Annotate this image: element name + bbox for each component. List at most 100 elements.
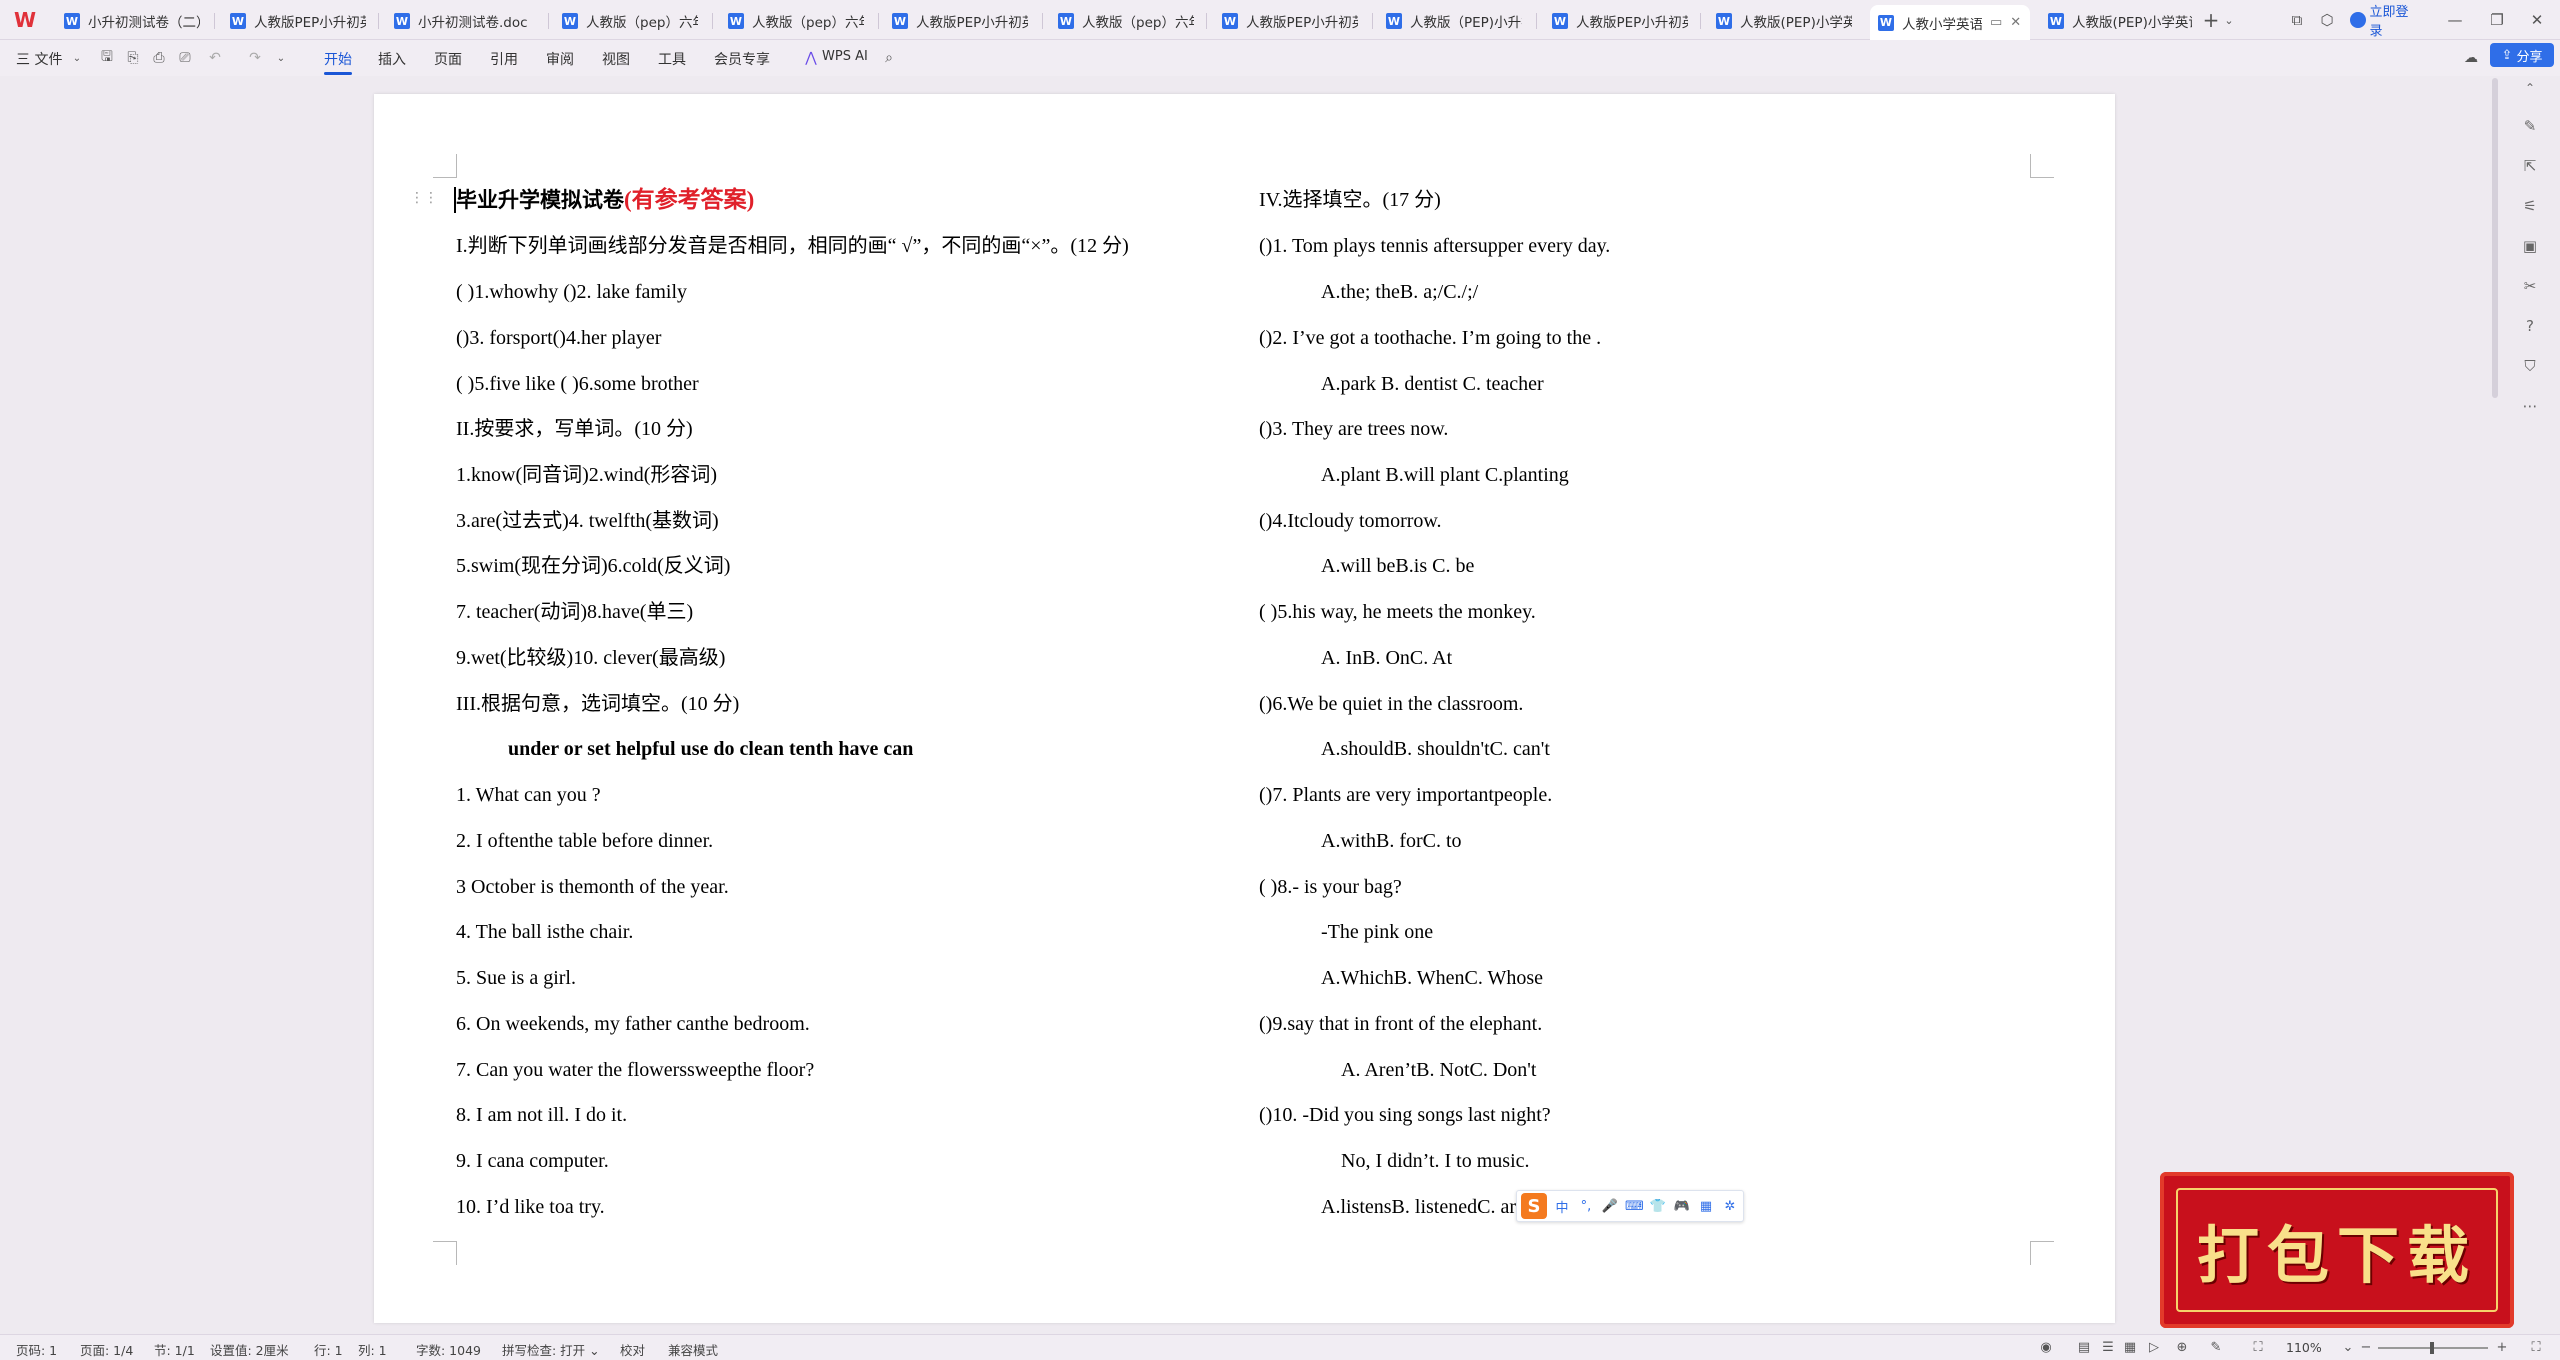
fit-page-icon[interactable]: ⛶ <box>2250 1339 2266 1355</box>
close-tab-icon[interactable]: ✕ <box>2010 15 2021 30</box>
status-column[interactable]: 列: 1 <box>358 1340 387 1359</box>
status-row[interactable]: 行: 1 <box>314 1340 343 1359</box>
doc-tab[interactable]: W人教版（pep）六年级 <box>1050 5 1202 37</box>
ime-skin-icon[interactable]: 👕 <box>1649 1199 1667 1214</box>
ime-toolbar[interactable]: S 中 °, 🎤 ⌨ 👕 🎮 ▦ ✲ <box>1516 1190 1744 1222</box>
menu-tab-page[interactable]: 页面 <box>434 49 462 69</box>
chevron-down-icon[interactable]: ⌄ <box>68 49 86 67</box>
doc-tab[interactable]: W人教版（pep）六年级 <box>720 5 872 37</box>
doc-tab[interactable]: W人教版（PEP)小升初- <box>1378 5 1530 37</box>
undo-icon[interactable]: ↶ <box>206 49 224 67</box>
minimize-icon[interactable]: — <box>2440 8 2470 32</box>
export-icon[interactable]: ⎘ <box>124 49 142 67</box>
page-view-icon[interactable]: ▤ <box>2076 1339 2092 1355</box>
ime-toolbox-icon[interactable]: ▦ <box>1697 1199 1715 1214</box>
select-cursor-icon[interactable]: ⇱ <box>2520 156 2540 176</box>
doc-tab[interactable]: W小升初测试卷（二）.d <box>56 5 208 37</box>
menu-tab-insert[interactable]: 插入 <box>378 49 406 69</box>
more-dots-icon[interactable]: ⋯ <box>2520 396 2540 416</box>
redo-icon[interactable]: ↷ <box>246 49 264 67</box>
doc-tab[interactable]: W人教版PEP小升初英语 <box>1214 5 1366 37</box>
menu-tab-member[interactable]: 会员专享 <box>714 49 770 69</box>
paragraph-drag-handle-icon[interactable]: ⋮⋮ <box>410 190 438 206</box>
zoom-slider-handle[interactable] <box>2430 1342 2434 1354</box>
write-view-icon[interactable]: ✎ <box>2208 1339 2224 1355</box>
menu-tab-tools[interactable]: 工具 <box>658 49 686 69</box>
share-button[interactable]: ⇪ 分享 <box>2490 43 2554 67</box>
print-icon[interactable]: ⎙ <box>150 49 168 67</box>
vertical-scrollbar[interactable] <box>2492 78 2498 398</box>
menu-tab-review[interactable]: 审阅 <box>546 49 574 69</box>
status-setting-value[interactable]: 设置值: 2厘米 <box>210 1340 289 1359</box>
ime-microphone-icon[interactable]: 🎤 <box>1601 1199 1619 1214</box>
more-chevron-icon[interactable]: ⌄ <box>272 49 290 67</box>
close-window-icon[interactable]: ✕ <box>2522 8 2552 32</box>
menu-tab-references[interactable]: 引用 <box>490 49 518 69</box>
menu-tab-home[interactable]: 开始 <box>324 49 352 69</box>
print-preview-icon[interactable]: ⎚ <box>176 49 194 67</box>
status-section[interactable]: 节: 1/1 <box>154 1340 195 1359</box>
outline-view-icon[interactable]: ☰ <box>2100 1339 2116 1355</box>
image-edit-icon[interactable]: ▣ <box>2520 236 2540 256</box>
file-menu[interactable]: 三 文件 <box>16 49 62 69</box>
restore-icon[interactable]: ❐ <box>2482 8 2512 32</box>
pen-edit-icon[interactable]: ✎ <box>2520 116 2540 136</box>
answer-options: A.will beB.is C. be <box>1321 555 1475 577</box>
status-spell-check[interactable]: 拼写检查: 打开 ⌄ <box>502 1340 600 1359</box>
login-button[interactable]: 立即登录 <box>2350 5 2420 39</box>
monitor-icon[interactable]: ▭ <box>1990 15 2002 30</box>
doc-tab[interactable]: W人教版PEP小升初英语 <box>1544 5 1696 37</box>
adjust-icon[interactable]: ⚟ <box>2520 196 2540 216</box>
zoom-in-icon[interactable]: + <box>2494 1339 2510 1355</box>
doc-tab-active[interactable]: W人教小学英语毕▭✕ <box>1870 5 2030 40</box>
fullscreen-icon[interactable]: ⛶ <box>2528 1339 2544 1355</box>
question-line: ()2. I’ve got a toothache. I’m going to … <box>1259 327 1602 349</box>
menu-tab-view[interactable]: 视图 <box>602 49 630 69</box>
search-icon[interactable]: ⌕ <box>880 49 898 67</box>
status-page-number[interactable]: 页码: 1 <box>16 1340 57 1359</box>
ime-keyboard-icon[interactable]: ⌨ <box>1625 1199 1644 1214</box>
ime-game-icon[interactable]: 🎮 <box>1673 1199 1691 1214</box>
play-icon[interactable]: ▷ <box>2146 1339 2162 1355</box>
chevron-down-icon[interactable]: ⌄ <box>2340 1339 2356 1355</box>
eye-protect-icon[interactable]: ◉ <box>2038 1339 2054 1355</box>
tab-list-chevron-icon[interactable]: ⌄ <box>2222 8 2236 32</box>
zoom-out-icon[interactable]: − <box>2358 1339 2374 1355</box>
wps-ai-icon[interactable]: ⋀ <box>802 49 820 67</box>
web-view-icon[interactable]: ⊕ <box>2174 1339 2190 1355</box>
zoom-level[interactable]: 110% <box>2286 1340 2322 1355</box>
question-line: 9. I cana computer. <box>456 1150 609 1172</box>
doc-tab[interactable]: W人教版PEP小升初英语 <box>884 5 1036 37</box>
status-compat-mode[interactable]: 兼容模式 <box>668 1340 718 1359</box>
ime-settings-icon[interactable]: ✲ <box>1721 1199 1739 1214</box>
doc-tab[interactable]: W人教版（pep）六年级 <box>554 5 706 37</box>
doc-tab[interactable]: W 小升初测试卷.doc <box>386 5 546 37</box>
question-line: ()3. They are trees now. <box>1259 418 1449 440</box>
doc-tab[interactable]: W人教版(PEP)小学英语 <box>1708 5 1860 37</box>
word-doc-icon: W <box>2048 13 2064 29</box>
status-word-count[interactable]: 字数: 1049 <box>416 1340 481 1359</box>
window-tile-icon[interactable]: ⧉ <box>2286 8 2308 32</box>
doc-tab[interactable]: W人教版PEP小升初英语 <box>222 5 374 37</box>
wps-ai-button[interactable]: WPS AI <box>822 49 868 64</box>
status-proofread[interactable]: 校对 <box>620 1340 645 1359</box>
shield-icon[interactable]: ⛉ <box>2520 356 2540 376</box>
download-banner[interactable]: 打包下载 <box>2160 1172 2514 1328</box>
ime-chinese-mode-button[interactable]: 中 <box>1553 1197 1571 1216</box>
margin-corner-mark <box>433 154 457 178</box>
answer-options: A.the; theB. a;/C./;/ <box>1321 281 1479 303</box>
answer-options: A.park B. dentist C. teacher <box>1321 373 1544 395</box>
ime-punctuation-icon[interactable]: °, <box>1577 1199 1595 1214</box>
tools-icon[interactable]: ✂ <box>2520 276 2540 296</box>
status-page-count[interactable]: 页面: 1/4 <box>80 1340 133 1359</box>
reading-view-icon[interactable]: ▦ <box>2122 1339 2138 1355</box>
cloud-sync-icon[interactable]: ☁ <box>2462 49 2480 67</box>
save-icon[interactable]: 🖫 <box>98 49 116 67</box>
sogou-ime-logo-icon[interactable]: S <box>1521 1193 1547 1219</box>
wps-logo-icon[interactable]: W <box>14 9 38 31</box>
doc-tab[interactable]: W人教版(PEP)小学英语 <box>2040 5 2200 37</box>
scroll-up-icon[interactable]: ⌃ <box>2520 78 2540 98</box>
help-icon[interactable]: ? <box>2520 316 2540 336</box>
new-tab-button[interactable]: + <box>2200 8 2222 32</box>
cube-icon[interactable]: ⬡ <box>2316 8 2338 32</box>
